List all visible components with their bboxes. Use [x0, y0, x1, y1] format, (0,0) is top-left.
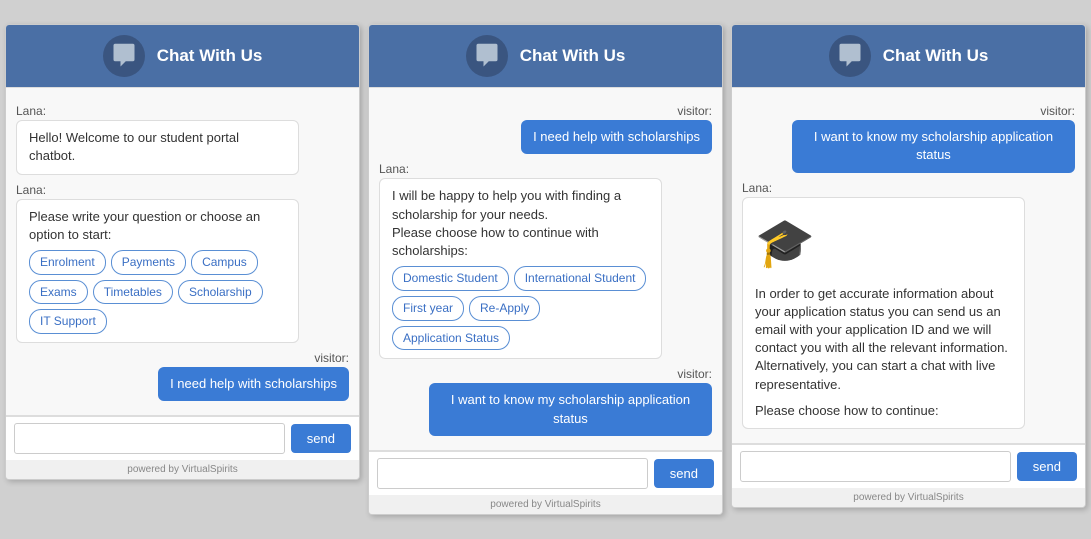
- chat-icon: [103, 35, 145, 77]
- send-button[interactable]: send: [1017, 452, 1077, 481]
- visitor-label: visitor:: [16, 351, 349, 365]
- lana-bubble: Hello! Welcome to our student portal cha…: [16, 120, 299, 174]
- lana-bubble: Please write your question or choose an …: [16, 199, 299, 344]
- chat-header: Chat With Us: [732, 25, 1085, 87]
- chip-payments[interactable]: Payments: [111, 250, 186, 275]
- lana-label: Lana:: [742, 181, 1075, 195]
- powered-by: powered by VirtualSpirits: [369, 495, 722, 514]
- chip-campus[interactable]: Campus: [191, 250, 258, 275]
- visitor-message-row: I want to know my scholarship applicatio…: [742, 120, 1075, 172]
- send-button[interactable]: send: [291, 424, 351, 453]
- chat-footer: send: [732, 444, 1085, 488]
- visitor-label: visitor:: [379, 367, 712, 381]
- chat-widget-2: Chat With Us visitor: I need help with sc…: [368, 24, 723, 515]
- chip-timetables[interactable]: Timetables: [93, 280, 173, 305]
- lana-message-text: Hello! Welcome to our student portal cha…: [29, 129, 286, 165]
- chat-input[interactable]: [14, 423, 285, 454]
- chat-header-title: Chat With Us: [883, 46, 989, 66]
- graduation-cap-icon: 🎓: [755, 210, 1012, 277]
- chat-input[interactable]: [740, 451, 1011, 482]
- chip-application-status[interactable]: Application Status: [392, 326, 510, 351]
- chip-container: EnrolmentPaymentsCampus ExamsTimetablesSc…: [29, 250, 286, 334]
- chip-it-support[interactable]: IT Support: [29, 309, 107, 334]
- lana-label: Lana:: [16, 183, 349, 197]
- chip-first-year[interactable]: First year: [392, 296, 464, 321]
- chat-widget-3: Chat With Us visitor: I want to know my s…: [731, 24, 1086, 508]
- chat-header: Chat With Us: [369, 25, 722, 87]
- lana-bubble: 🎓 In order to get accurate information ab…: [742, 197, 1025, 430]
- speech-bubble-icon: [110, 42, 138, 70]
- send-button[interactable]: send: [654, 459, 714, 488]
- chip-exams[interactable]: Exams: [29, 280, 88, 305]
- chat-header: Chat With Us: [6, 25, 359, 87]
- lana-message-row: I will be happy to help you with finding…: [379, 178, 712, 359]
- visitor-label: visitor:: [742, 104, 1075, 118]
- chat-widgets-container: Chat With Us Lana: Hello! Welcome to our …: [5, 24, 1086, 515]
- visitor-message-row: I need help with scholarships: [379, 120, 712, 154]
- visitor-bubble: I need help with scholarships: [158, 367, 349, 401]
- lana-label: Lana:: [16, 104, 349, 118]
- chat-header-title: Chat With Us: [520, 46, 626, 66]
- chat-icon: [466, 35, 508, 77]
- chat-body: visitor: I need help with scholarships Lan…: [369, 87, 722, 451]
- chat-footer: send: [369, 451, 722, 495]
- chat-icon: [829, 35, 871, 77]
- chat-body: Lana: Hello! Welcome to our student porta…: [6, 87, 359, 416]
- chat-widget-1: Chat With Us Lana: Hello! Welcome to our …: [5, 24, 360, 480]
- lana-extra-text: Please choose how to continue:: [755, 402, 1012, 420]
- visitor-bubble: I want to know my scholarship applicatio…: [429, 383, 712, 435]
- lana-message-row: 🎓 In order to get accurate information ab…: [742, 197, 1075, 430]
- powered-by: powered by VirtualSpirits: [6, 460, 359, 479]
- chip-enrolment[interactable]: Enrolment: [29, 250, 106, 275]
- visitor-bubble: I need help with scholarships: [521, 120, 712, 154]
- chip-international-student[interactable]: International Student: [514, 266, 647, 291]
- chat-input[interactable]: [377, 458, 648, 489]
- chat-footer: send: [6, 416, 359, 460]
- powered-by: powered by VirtualSpirits: [732, 488, 1085, 507]
- lana-message-text: Please write your question or choose an …: [29, 208, 286, 244]
- chat-body: visitor: I want to know my scholarship ap…: [732, 87, 1085, 444]
- visitor-bubble: I want to know my scholarship applicatio…: [792, 120, 1075, 172]
- chip-container: Domestic StudentInternational Student Fir…: [392, 266, 649, 350]
- speech-bubble-icon: [836, 42, 864, 70]
- chip-re-apply[interactable]: Re-Apply: [469, 296, 540, 321]
- lana-message-text: In order to get accurate information abo…: [755, 285, 1012, 394]
- visitor-message-row: I want to know my scholarship applicatio…: [379, 383, 712, 435]
- lana-label: Lana:: [379, 162, 712, 176]
- chip-scholarship[interactable]: Scholarship: [178, 280, 263, 305]
- visitor-message-row: I need help with scholarships: [16, 367, 349, 401]
- speech-bubble-icon: [473, 42, 501, 70]
- lana-bubble: I will be happy to help you with finding…: [379, 178, 662, 359]
- chip-domestic-student[interactable]: Domestic Student: [392, 266, 509, 291]
- lana-message-row: Please write your question or choose an …: [16, 199, 349, 344]
- lana-message-row: Hello! Welcome to our student portal cha…: [16, 120, 349, 174]
- lana-message-text: I will be happy to help you with finding…: [392, 187, 649, 260]
- visitor-label: visitor:: [379, 104, 712, 118]
- chat-header-title: Chat With Us: [157, 46, 263, 66]
